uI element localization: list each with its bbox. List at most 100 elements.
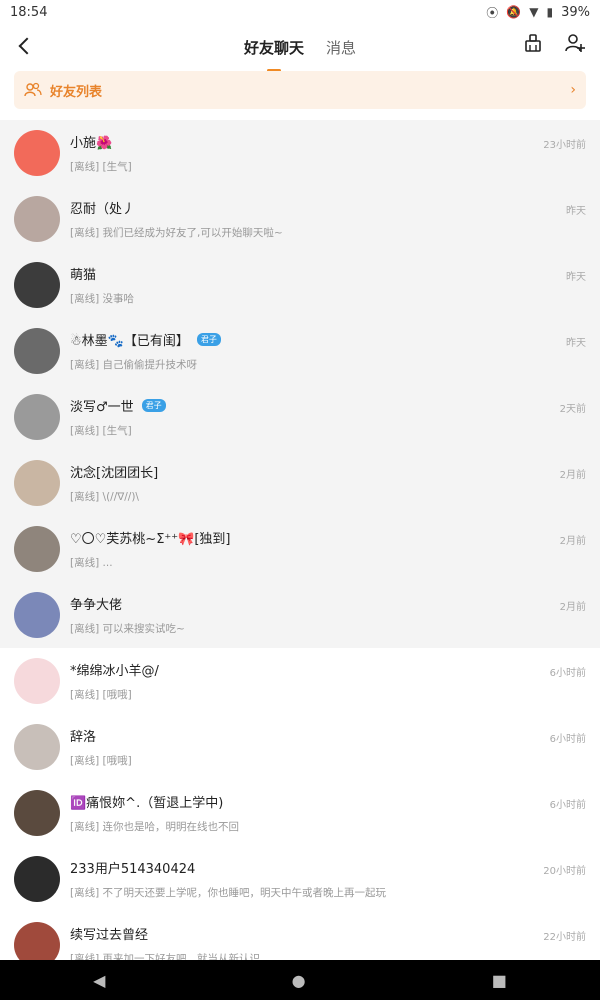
contact-name-text: 辞洛	[70, 730, 97, 745]
location-icon: ⦿	[486, 5, 499, 20]
contact-name-text: 小施🌺	[70, 136, 113, 151]
broom-icon	[525, 34, 541, 52]
message-time: 23小时前	[543, 140, 586, 151]
chat-info: ☃林墨🐾【已有闺】 君子 [离线] 自己偷偷提升技术呀	[70, 330, 586, 372]
chat-info: 争争大佬 [离线] 可以来搜实试吃~	[70, 594, 586, 636]
header: 好友聊天 消息	[0, 24, 600, 70]
nav-home-icon[interactable]: ●	[292, 971, 306, 990]
last-message: [离线] 再来加一下好友吧，就当从新认识	[70, 953, 261, 960]
last-message: [离线] 可以来搜实试吃~	[70, 623, 185, 635]
chat-row[interactable]: ♡〇♡芙苏桃~Σ⁺⁺🎀[独到] [离线] ... 2月前	[0, 516, 600, 582]
tab-friend-chat[interactable]: 好友聊天	[244, 33, 304, 62]
last-message: [离线] [哦哦]	[70, 755, 132, 767]
chat-info: 续写过去曾经 [离线] 再来加一下好友吧，就当从新认识	[70, 924, 586, 960]
contact-name: 萌猫	[70, 264, 586, 283]
mute-icon: 🔕	[506, 5, 522, 19]
contact-name: 忍耐（处丿	[70, 198, 586, 217]
avatar[interactable]	[14, 922, 60, 960]
chat-row[interactable]: 续写过去曾经 [离线] 再来加一下好友吧，就当从新认识 22小时前	[0, 912, 600, 960]
battery-level: 39%	[561, 4, 590, 20]
chat-row[interactable]: 🆔痛恨妳^.（暂退上学中) [离线] 连你也是哈，明明在线也不回 6小时前	[0, 780, 600, 846]
add-friend-button[interactable]	[564, 32, 586, 54]
last-message: [离线] 我们已经成为好友了,可以开始聊天啦~	[70, 227, 283, 239]
member-badge: 君子	[141, 399, 166, 412]
chat-info: 淡写♂一世 君子 [离线] [生气]	[70, 396, 586, 438]
clean-button[interactable]	[522, 32, 544, 54]
contact-name: *绵绵冰小羊@/	[70, 660, 586, 679]
chevron-right-icon: ›	[570, 82, 576, 98]
message-time: 2天前	[559, 404, 586, 415]
chat-info: 忍耐（处丿 [离线] 我们已经成为好友了,可以开始聊天啦~	[70, 198, 586, 240]
chat-row[interactable]: 辞洛 [离线] [哦哦] 6小时前	[0, 714, 600, 780]
chat-row[interactable]: 沈念[沈团团长] [离线] \(//∇//)\ 2月前	[0, 450, 600, 516]
chat-row[interactable]: 淡写♂一世 君子 [离线] [生气] 2天前	[0, 384, 600, 450]
status-bar: 18:54 ⦿ 🔕 ▼ ▮ 39%	[0, 0, 600, 24]
message-time: 22小时前	[543, 932, 586, 943]
contact-name: 🆔痛恨妳^.（暂退上学中)	[70, 792, 586, 811]
chat-row[interactable]: 小施🌺 [离线] [生气] 23小时前	[0, 120, 600, 186]
chat-row[interactable]: ☃林墨🐾【已有闺】 君子 [离线] 自己偷偷提升技术呀 昨天	[0, 318, 600, 384]
chat-row[interactable]: 争争大佬 [离线] 可以来搜实试吃~ 2月前	[0, 582, 600, 648]
header-actions	[522, 32, 586, 54]
tab-messages[interactable]: 消息	[326, 33, 356, 62]
contact-name-text: 续写过去曾经	[70, 928, 149, 943]
status-time: 18:54	[10, 4, 48, 20]
avatar[interactable]	[14, 790, 60, 836]
last-message: [离线] [生气]	[70, 161, 132, 173]
chat-info: 沈念[沈团团长] [离线] \(//∇//)\	[70, 462, 586, 504]
avatar[interactable]	[14, 856, 60, 902]
nav-recents-icon[interactable]: ■	[492, 971, 507, 990]
message-time: 6小时前	[549, 800, 586, 811]
status-icons: ⦿ 🔕 ▼ ▮ 39%	[486, 4, 590, 21]
message-time: 昨天	[566, 206, 586, 217]
avatar[interactable]	[14, 592, 60, 638]
contact-name: 争争大佬	[70, 594, 586, 613]
chat-info: 小施🌺 [离线] [生气]	[70, 132, 586, 174]
avatar[interactable]	[14, 394, 60, 440]
chat-row[interactable]: 萌猫 [离线] 没事哈 昨天	[0, 252, 600, 318]
chat-info: *绵绵冰小羊@/ [离线] [哦哦]	[70, 660, 586, 702]
last-message: [离线] 自己偷偷提升技术呀	[70, 359, 198, 371]
contact-name: 沈念[沈团团长]	[70, 462, 586, 481]
avatar[interactable]	[14, 130, 60, 176]
friends-icon	[24, 82, 42, 97]
last-message: [离线] 不了明天还要上学呢，你也睡吧，明天中午或者晚上再一起玩	[70, 887, 387, 899]
message-time: 2月前	[559, 536, 586, 547]
member-badge: 君子	[196, 333, 221, 346]
chat-info: 🆔痛恨妳^.（暂退上学中) [离线] 连你也是哈，明明在线也不回	[70, 792, 586, 834]
friend-list-banner[interactable]: 好友列表 ›	[14, 71, 586, 109]
avatar[interactable]	[14, 724, 60, 770]
chat-info: ♡〇♡芙苏桃~Σ⁺⁺🎀[独到] [离线] ...	[70, 528, 586, 570]
avatar[interactable]	[14, 262, 60, 308]
contact-name-text: 争争大佬	[70, 598, 123, 613]
avatar[interactable]	[14, 328, 60, 374]
battery-icon: ▮	[546, 5, 554, 19]
friend-list-label: 好友列表	[50, 84, 103, 100]
last-message: [离线] ...	[70, 557, 113, 569]
contact-name: ♡〇♡芙苏桃~Σ⁺⁺🎀[独到]	[70, 528, 586, 547]
chat-info: 萌猫 [离线] 没事哈	[70, 264, 586, 306]
contact-name: 续写过去曾经	[70, 924, 586, 943]
avatar[interactable]	[14, 658, 60, 704]
chat-info: 辞洛 [离线] [哦哦]	[70, 726, 586, 768]
contact-name: ☃林墨🐾【已有闺】 君子	[70, 330, 586, 349]
last-message: [离线] [生气]	[70, 425, 132, 437]
message-time: 昨天	[566, 338, 586, 349]
message-time: 6小时前	[549, 734, 586, 745]
chat-list[interactable]: 小施🌺 [离线] [生气] 23小时前忍耐（处丿 [离线] 我们已经成为好友了,可以开…	[0, 120, 600, 960]
contact-name-text: 萌猫	[70, 268, 97, 283]
contact-name-text: *绵绵冰小羊@/	[70, 664, 159, 679]
wifi-icon: ▼	[529, 5, 539, 19]
contact-name-text: 忍耐（处丿	[70, 202, 136, 217]
contact-name-text: ♡〇♡芙苏桃~Σ⁺⁺🎀[独到]	[70, 532, 231, 547]
avatar[interactable]	[14, 526, 60, 572]
avatar[interactable]	[14, 460, 60, 506]
chat-row[interactable]: 233用户514340424 [离线] 不了明天还要上学呢，你也睡吧，明天中午或者…	[0, 846, 600, 912]
nav-back-icon[interactable]: ◀	[93, 971, 105, 990]
chat-row[interactable]: *绵绵冰小羊@/ [离线] [哦哦] 6小时前	[0, 648, 600, 714]
system-nav-bar: ◀ ● ■	[0, 960, 600, 1000]
avatar[interactable]	[14, 196, 60, 242]
chat-row[interactable]: 忍耐（处丿 [离线] 我们已经成为好友了,可以开始聊天啦~ 昨天	[0, 186, 600, 252]
message-time: 6小时前	[549, 668, 586, 679]
contact-name-text: 淡写♂一世	[70, 400, 134, 415]
